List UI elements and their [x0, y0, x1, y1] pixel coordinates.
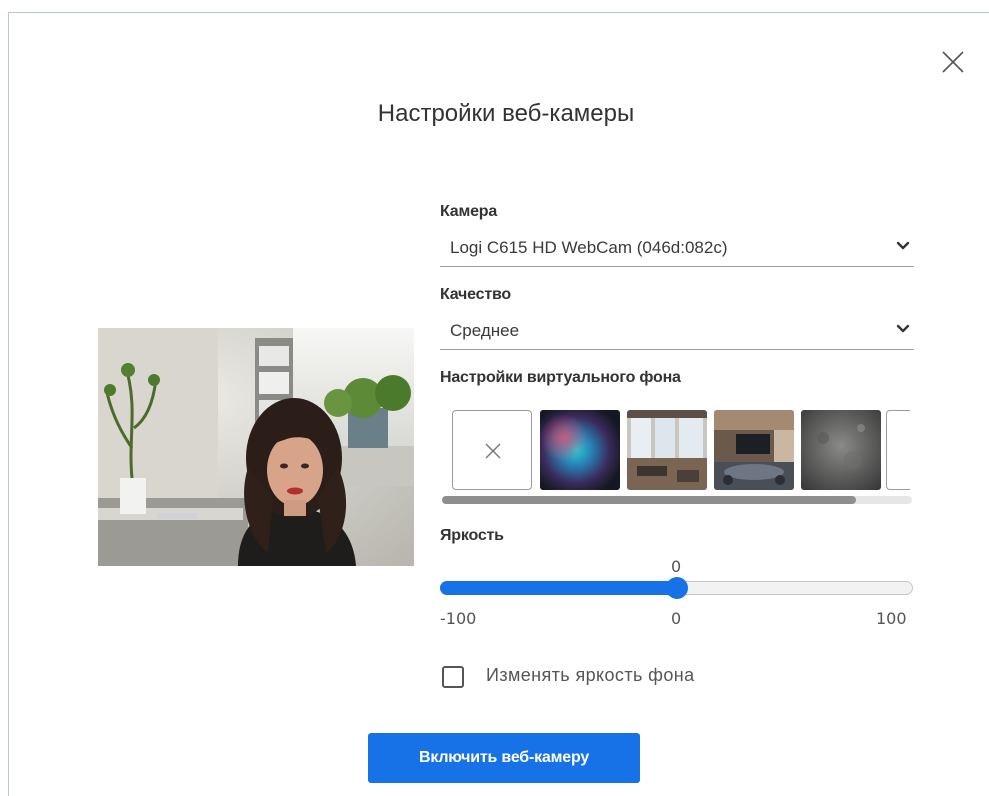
background-brightness-checkbox[interactable]: [442, 666, 464, 688]
brightness-current-value: 0: [671, 557, 682, 576]
virtual-background-list: [450, 410, 910, 494]
camera-select-value: Logi C615 HD WebCam (046d:082c): [450, 238, 728, 257]
brightness-max-label: 100: [876, 609, 907, 628]
background-none-option[interactable]: [452, 410, 532, 490]
background-office-option[interactable]: [627, 410, 707, 490]
brightness-slider-fill: [440, 581, 677, 595]
brightness-mid-label: 0: [671, 609, 682, 628]
brightness-slider[interactable]: [440, 577, 913, 599]
dialog-title: Настройки веб-камеры: [377, 100, 635, 127]
background-stone-option[interactable]: [801, 410, 881, 490]
camera-label: Камера: [440, 203, 498, 220]
background-blur-option[interactable]: [540, 410, 620, 490]
dialog-left-border: [8, 12, 9, 796]
enable-webcam-button[interactable]: Включить веб-камеру: [368, 733, 640, 783]
close-icon: [942, 51, 964, 73]
background-more-option[interactable]: [886, 410, 910, 490]
camera-select[interactable]: Logi C615 HD WebCam (046d:082c): [440, 233, 914, 267]
chevron-down-icon: [896, 324, 910, 333]
brightness-slider-thumb[interactable]: [666, 577, 688, 599]
close-button[interactable]: [940, 49, 966, 75]
background-conference-option[interactable]: [714, 410, 794, 490]
quality-select[interactable]: Среднее: [440, 316, 914, 350]
chevron-down-icon: [896, 241, 910, 250]
brightness-min-label: -100: [440, 609, 477, 628]
background-scrollbar[interactable]: [442, 496, 912, 504]
webcam-preview: [98, 328, 414, 566]
dialog-top-border: [8, 12, 989, 13]
quality-label: Качество: [440, 286, 511, 303]
background-brightness-label: Изменять яркость фона: [486, 665, 695, 685]
close-icon: [485, 443, 501, 459]
virtual-background-label: Настройки виртуального фона: [440, 369, 681, 386]
brightness-label: Яркость: [440, 527, 504, 544]
background-scrollbar-thumb[interactable]: [442, 496, 856, 504]
quality-select-value: Среднее: [450, 321, 520, 340]
